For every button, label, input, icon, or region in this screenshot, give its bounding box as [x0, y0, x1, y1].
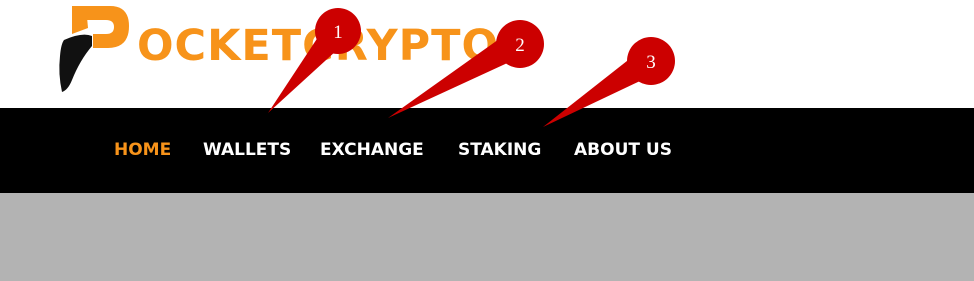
- nav-item-exchange[interactable]: EXCHANGE: [320, 135, 424, 165]
- page-content-area: [0, 193, 974, 281]
- site-header: OCKETCRYPTO: [0, 0, 974, 108]
- nav-item-wallets[interactable]: WALLETS: [203, 135, 291, 165]
- nav-item-about-us[interactable]: ABOUT US: [574, 135, 672, 165]
- brand-logo-text[interactable]: OCKETCRYPTO: [137, 16, 499, 76]
- main-navigation: HOME WALLETS EXCHANGE STAKING ABOUT US: [0, 108, 974, 193]
- nav-item-staking[interactable]: STAKING: [458, 135, 541, 165]
- pocketcrypto-logo-icon[interactable]: [58, 4, 130, 94]
- nav-item-home[interactable]: HOME: [114, 135, 171, 165]
